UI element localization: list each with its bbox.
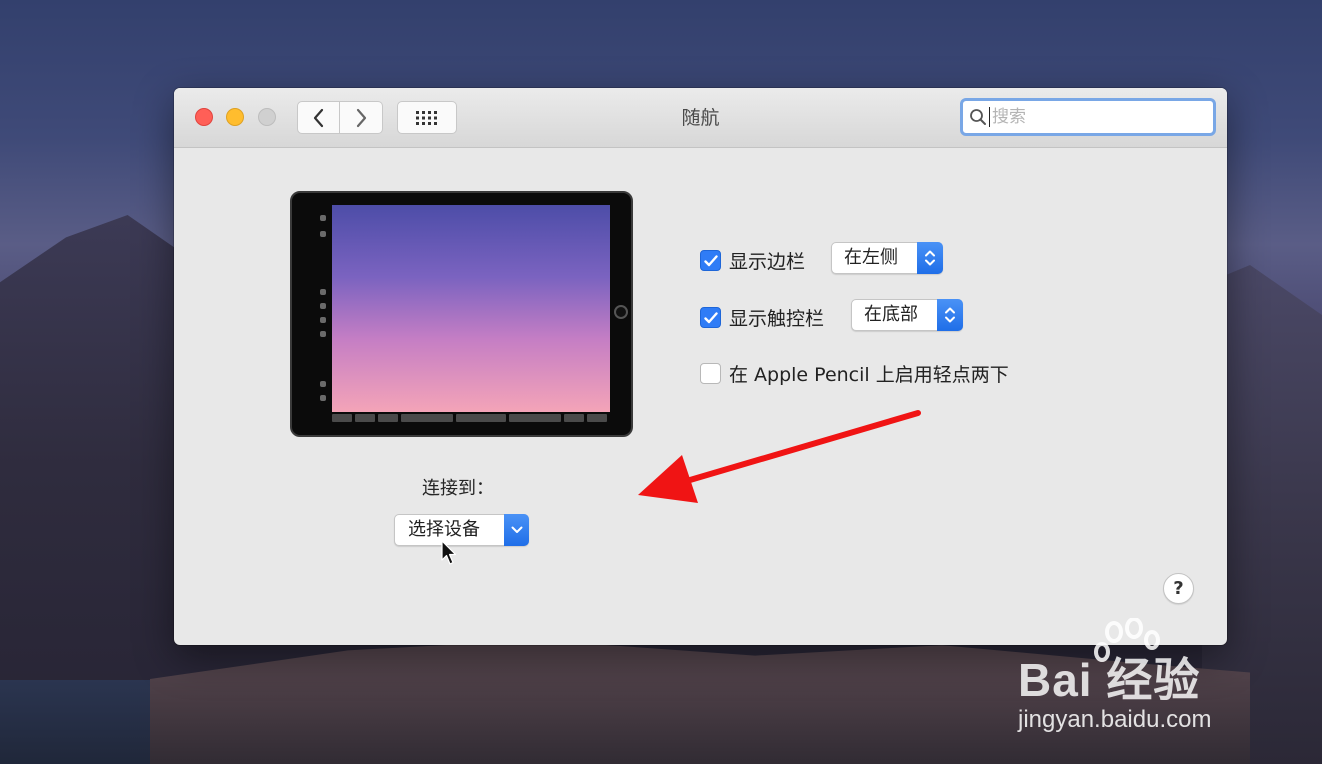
up-down-chevron-icon — [917, 242, 943, 274]
show-touchbar-checkbox[interactable] — [700, 307, 721, 328]
search-input[interactable] — [989, 107, 1189, 127]
connect-to-label: 连接到： — [422, 478, 494, 499]
minimize-window-button[interactable] — [226, 108, 244, 126]
magnifier-icon — [970, 109, 986, 125]
chevron-down-icon — [504, 514, 529, 546]
device-select-popup[interactable]: 选择设备 — [394, 514, 529, 546]
show-sidebar-label: 显示边栏 — [729, 251, 806, 273]
sidecar-preferences-window: 随航 搜索 连接到： 选择设备 显示边栏 在左侧 显示触控栏 在底部 在 App… — [174, 88, 1227, 645]
baidu-watermark: Bai 经验 jingyan.baidu.com — [1012, 618, 1322, 738]
ipad-touchbar-preview — [332, 412, 610, 424]
touchbar-position-popup[interactable]: 在底部 — [851, 299, 963, 331]
close-window-button[interactable] — [195, 108, 213, 126]
show-all-button[interactable] — [397, 101, 457, 134]
up-down-chevron-icon — [937, 299, 963, 331]
chevron-right-icon — [356, 108, 367, 127]
help-button[interactable]: ? — [1163, 573, 1194, 604]
checkmark-icon — [703, 311, 718, 323]
grid-icon — [416, 110, 437, 125]
back-button[interactable] — [297, 101, 340, 134]
ipad-screen-wallpaper — [332, 205, 610, 412]
ipad-sidebar-preview — [318, 213, 328, 413]
annotation-arrow — [638, 410, 921, 503]
checkmark-icon — [703, 254, 718, 266]
mouse-pointer-icon — [441, 540, 457, 565]
double-tap-pencil-label: 在 Apple Pencil 上启用轻点两下 — [729, 364, 1009, 386]
show-sidebar-option: 显示边栏 — [700, 247, 805, 274]
search-field[interactable] — [960, 98, 1216, 136]
double-tap-pencil-checkbox[interactable] — [700, 363, 721, 384]
show-touchbar-option: 显示触控栏 — [700, 304, 824, 331]
chevron-left-icon — [313, 108, 323, 127]
ipad-preview-image — [290, 191, 633, 437]
watermark-brand: Bai 经验 — [1018, 654, 1201, 706]
show-sidebar-checkbox[interactable] — [700, 250, 721, 271]
forward-button[interactable] — [340, 101, 383, 134]
sidebar-position-popup[interactable]: 在左侧 — [831, 242, 943, 274]
double-tap-pencil-option: 在 Apple Pencil 上启用轻点两下 — [700, 360, 1009, 387]
zoom-window-button — [258, 108, 276, 126]
title-bar: 随航 — [174, 88, 1227, 148]
touchbar-position-value: 在底部 — [864, 304, 918, 325]
watermark-url: jingyan.baidu.com — [1018, 706, 1212, 733]
show-touchbar-label: 显示触控栏 — [729, 308, 825, 330]
navigation-buttons — [297, 101, 383, 134]
sidebar-position-value: 在左侧 — [844, 247, 898, 268]
ipad-home-button — [614, 305, 628, 319]
